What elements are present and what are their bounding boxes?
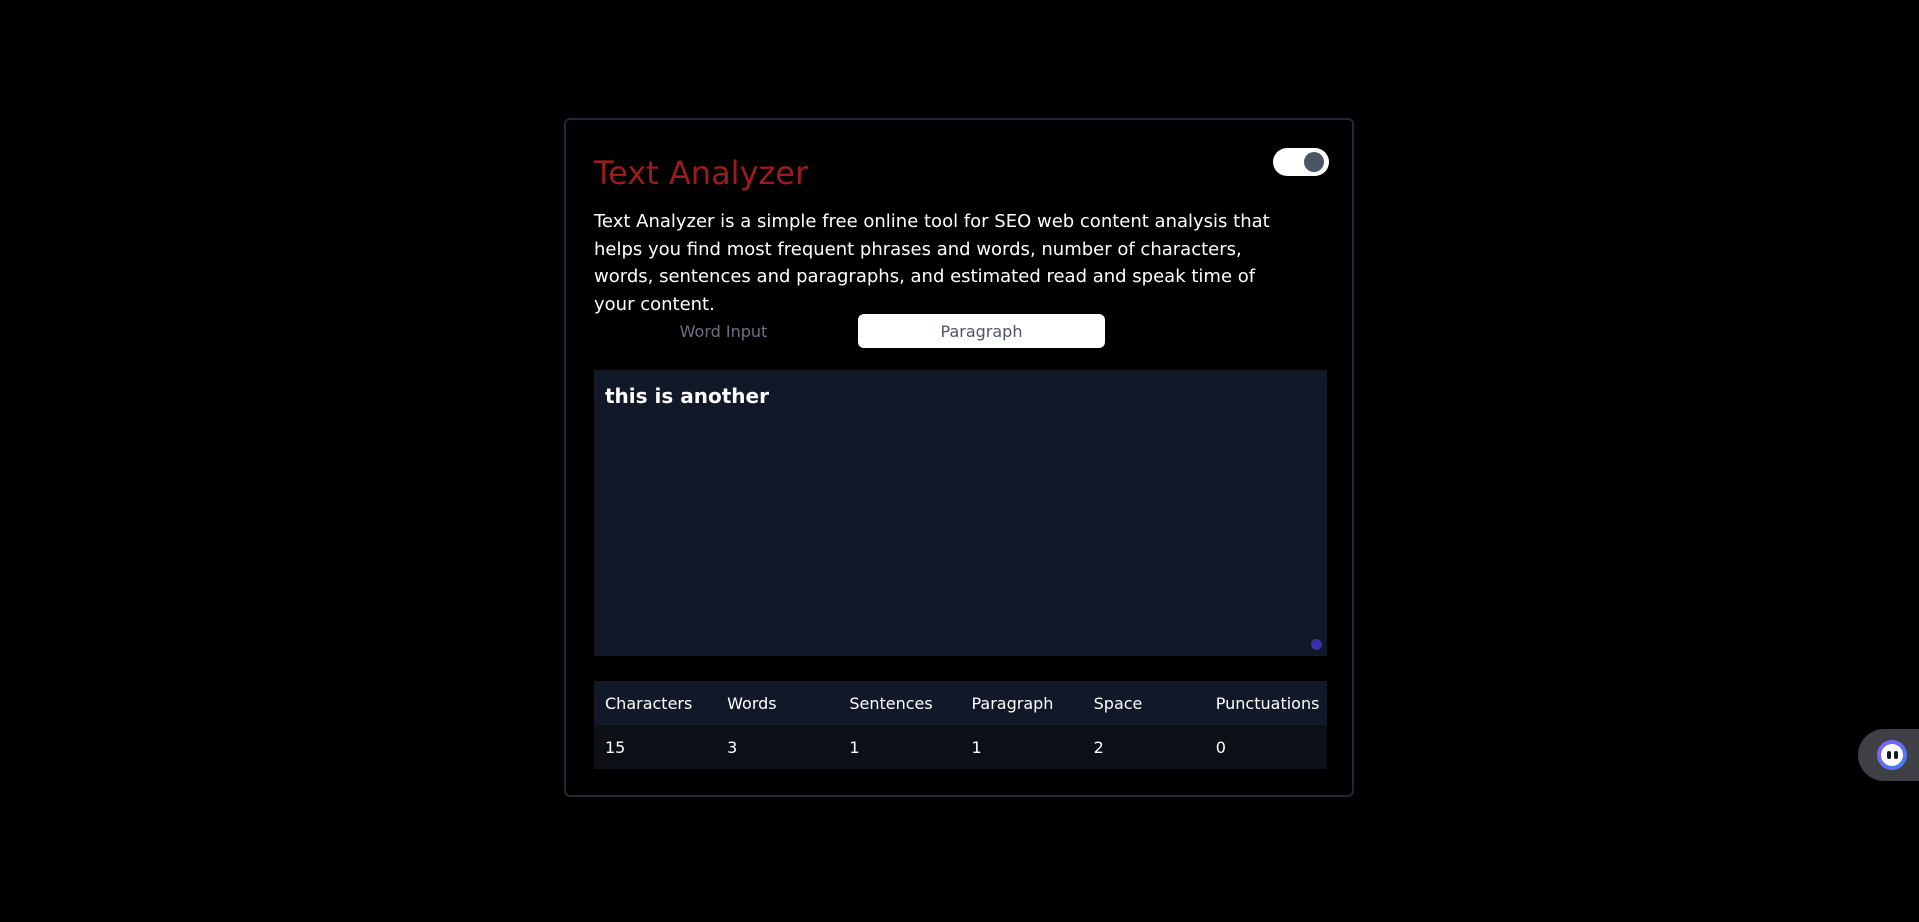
value-space: 2 xyxy=(1082,725,1205,769)
assistant-widget-button[interactable] xyxy=(1858,729,1919,781)
value-sentences: 1 xyxy=(838,725,961,769)
text-input[interactable] xyxy=(594,370,1327,656)
stats-table: Characters Words Sentences Paragraph Spa… xyxy=(594,681,1327,769)
toggle-knob xyxy=(1304,152,1324,172)
tab-word-input[interactable]: Word Input xyxy=(600,314,847,348)
header-paragraph: Paragraph xyxy=(960,681,1083,725)
app-description: Text Analyzer is a simple free online to… xyxy=(594,211,1270,315)
page-title: Text Analyzer xyxy=(594,154,809,192)
stats-header-row: Characters Words Sentences Paragraph Spa… xyxy=(594,681,1327,725)
header-punctuations: Punctuations xyxy=(1204,681,1327,725)
value-punctuations: 0 xyxy=(1204,725,1327,769)
header-words: Words xyxy=(716,681,839,725)
value-paragraph: 1 xyxy=(960,725,1083,769)
header-space: Space xyxy=(1082,681,1205,725)
theme-toggle[interactable] xyxy=(1273,148,1329,176)
mode-tabs: Word Input Paragraph xyxy=(594,314,1327,350)
bot-eye-left xyxy=(1887,751,1891,759)
stats-value-row: 15 3 1 1 2 0 xyxy=(594,725,1327,769)
header-characters: Characters xyxy=(594,681,717,725)
bot-eye-right xyxy=(1894,751,1898,759)
assistant-bot-icon xyxy=(1877,740,1907,770)
text-analyzer-card: Text Analyzer Text Analyzer is a simple … xyxy=(564,118,1354,797)
resize-handle-icon[interactable] xyxy=(1311,639,1322,650)
value-characters: 15 xyxy=(594,725,717,769)
tab-paragraph[interactable]: Paragraph xyxy=(858,314,1105,348)
header-sentences: Sentences xyxy=(838,681,961,725)
value-words: 3 xyxy=(716,725,839,769)
